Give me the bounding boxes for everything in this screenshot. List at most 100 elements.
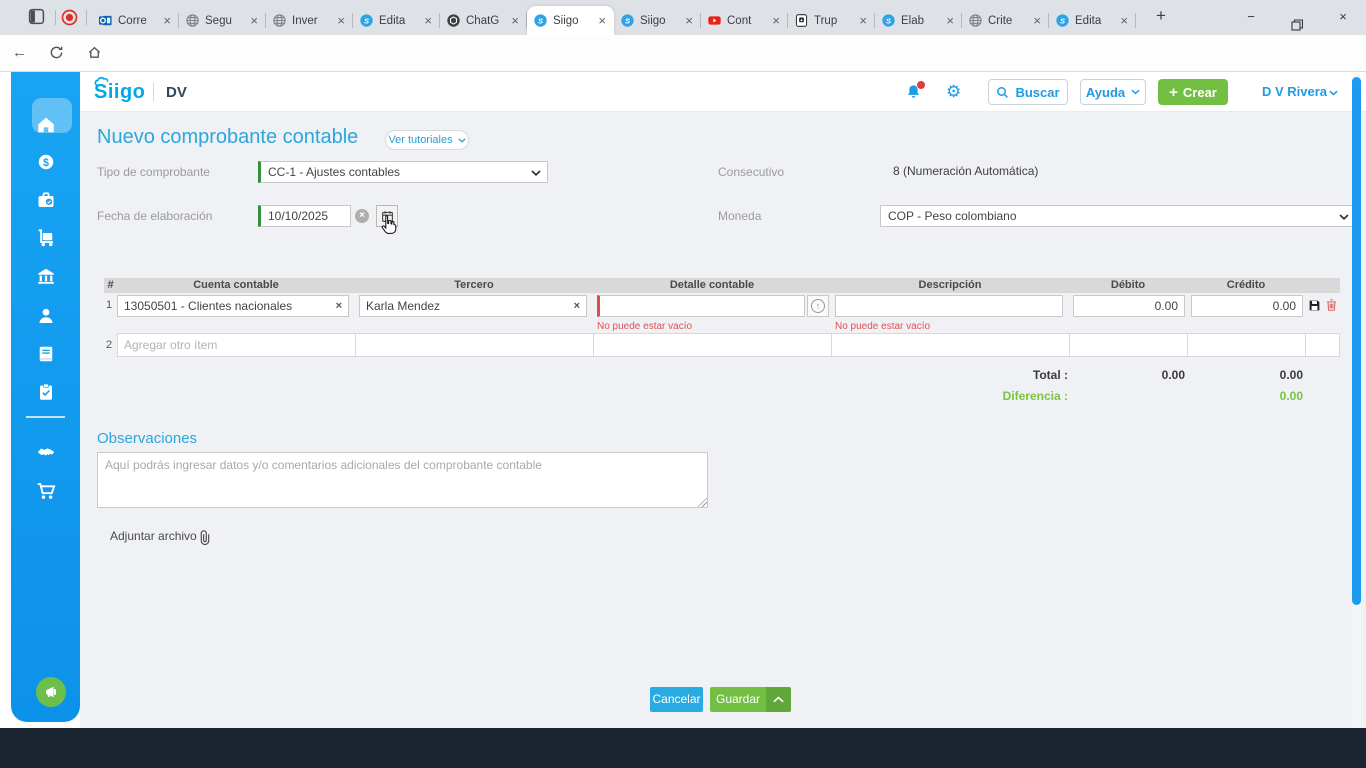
observaciones-textarea[interactable] bbox=[97, 452, 708, 508]
browser-toolbar: ← https://siigonube.siigo.com/#/journal-… bbox=[0, 35, 1366, 103]
back-icon[interactable]: ← bbox=[12, 44, 27, 62]
tab-close-icon[interactable]: × bbox=[770, 13, 782, 28]
tab-title: Elab bbox=[901, 14, 925, 27]
row1-detalle-input[interactable] bbox=[597, 295, 805, 317]
tab-elab[interactable]: S Elab × bbox=[875, 6, 962, 35]
tab-cont[interactable]: Cont × bbox=[701, 6, 788, 35]
fecha-input[interactable]: 10/10/2025 bbox=[258, 205, 351, 227]
sidebar-item-bank[interactable] bbox=[11, 266, 80, 286]
tab-edita[interactable]: S Edita × bbox=[1049, 6, 1136, 35]
company-name: DV bbox=[166, 84, 187, 101]
new-tab-button[interactable]: + bbox=[1156, 6, 1166, 26]
home-icon[interactable] bbox=[87, 45, 102, 65]
siigo-logo[interactable]: Siigo bbox=[94, 81, 145, 104]
row2-cuenta-input[interactable]: Agregar otro ítem bbox=[117, 333, 356, 357]
sidebar-item-contacts[interactable] bbox=[11, 306, 80, 326]
partners-icon bbox=[36, 442, 56, 462]
sidebar-item-inventory[interactable] bbox=[11, 228, 80, 248]
tab-close-icon[interactable]: × bbox=[857, 13, 869, 28]
siigo-favicon: S bbox=[881, 13, 896, 28]
tab-edita[interactable]: S Edita × bbox=[353, 6, 440, 35]
delete-row-icon[interactable] bbox=[1325, 298, 1338, 312]
svg-text:S: S bbox=[886, 17, 891, 26]
tab-close-icon[interactable]: × bbox=[1118, 13, 1130, 28]
row1-debito-input[interactable]: 0.00 bbox=[1073, 295, 1185, 317]
row2-detalle-input[interactable] bbox=[593, 333, 832, 357]
tab-corre[interactable]: Corre × bbox=[92, 6, 179, 35]
tab-close-icon[interactable]: × bbox=[335, 13, 347, 28]
sidebar-item-reports[interactable] bbox=[11, 344, 80, 364]
row2-debito-input[interactable] bbox=[1069, 333, 1188, 357]
tipo-comprobante-select[interactable]: CC-1 - Ajustes contables bbox=[258, 161, 548, 183]
tab-close-icon[interactable]: × bbox=[161, 13, 173, 28]
svg-text:S: S bbox=[364, 17, 369, 26]
column-header-actions bbox=[1305, 278, 1340, 293]
row1-tercero-input[interactable]: Karla Mendez × bbox=[359, 295, 587, 317]
scrollbar-thumb[interactable] bbox=[1352, 77, 1361, 605]
moneda-select[interactable]: COP - Peso colombiano bbox=[880, 205, 1356, 227]
tab-trup[interactable]: Trup × bbox=[788, 6, 875, 35]
window-minimize-button[interactable]: − bbox=[1228, 0, 1274, 34]
window-close-button[interactable]: × bbox=[1320, 0, 1366, 34]
tab-chatg[interactable]: ChatG × bbox=[440, 6, 527, 35]
window-restore-button[interactable] bbox=[1274, 0, 1320, 34]
detalle-expand-button[interactable]: ↑ bbox=[807, 295, 829, 317]
paperclip-icon[interactable] bbox=[198, 530, 211, 546]
tipo-comprobante-value: CC-1 - Ajustes contables bbox=[268, 165, 401, 179]
fecha-clear-icon[interactable]: × bbox=[355, 209, 369, 223]
create-label: Crear bbox=[1182, 84, 1217, 100]
tab-siigo[interactable]: S Siigo × bbox=[614, 6, 701, 35]
tab-actions-icon[interactable] bbox=[28, 8, 45, 25]
tab-crite[interactable]: Crite × bbox=[962, 6, 1049, 35]
settings-gear-icon[interactable]: ⚙ bbox=[946, 83, 961, 101]
recording-indicator-icon[interactable] bbox=[61, 9, 78, 26]
row2-descripcion-input[interactable] bbox=[831, 333, 1070, 357]
svg-text:S: S bbox=[1060, 17, 1065, 26]
announcements-megaphone-button[interactable] bbox=[36, 677, 66, 707]
row1-credito-input[interactable]: 0.00 bbox=[1191, 295, 1303, 317]
tab-siigo[interactable]: S Siigo × bbox=[527, 6, 614, 35]
search-button[interactable]: Buscar bbox=[988, 79, 1068, 105]
save-row-icon[interactable] bbox=[1308, 299, 1321, 312]
resize-handle[interactable] bbox=[698, 498, 707, 507]
sidebar-item-tasks[interactable] bbox=[11, 382, 80, 402]
total-label: Total : bbox=[1032, 368, 1068, 382]
row2-tercero-input[interactable] bbox=[355, 333, 594, 357]
save-options-chevron-up-button[interactable] bbox=[766, 687, 791, 712]
refresh-icon[interactable] bbox=[49, 45, 64, 65]
user-menu[interactable]: D V Rivera bbox=[1262, 84, 1327, 99]
notification-badge-dot bbox=[917, 81, 925, 89]
tab-close-icon[interactable]: × bbox=[248, 13, 260, 28]
moneda-label: Moneda bbox=[718, 209, 762, 223]
user-chevron-down-icon[interactable] bbox=[1329, 90, 1338, 96]
tab-title: Inver bbox=[292, 14, 318, 27]
sidebar-item-home[interactable] bbox=[11, 115, 80, 135]
tab-close-icon[interactable]: × bbox=[422, 13, 434, 28]
tab-inver[interactable]: Inver × bbox=[266, 6, 353, 35]
sidebar-item-briefcase[interactable] bbox=[11, 190, 80, 210]
row1-cuenta-input[interactable]: 13050501 - Clientes nacionales × bbox=[117, 295, 349, 317]
row1-cuenta-value: 13050501 - Clientes nacionales bbox=[124, 299, 293, 313]
tab-segu[interactable]: Segu × bbox=[179, 6, 266, 35]
tab-close-icon[interactable]: × bbox=[1031, 13, 1043, 28]
help-dropdown-button[interactable]: Ayuda bbox=[1080, 79, 1146, 105]
tab-close-icon[interactable]: × bbox=[944, 13, 956, 28]
create-button[interactable]: + Crear bbox=[1158, 79, 1228, 105]
diferencia-label: Diferencia : bbox=[1002, 389, 1068, 403]
consecutivo-label: Consecutivo bbox=[718, 165, 785, 179]
fecha-value: 10/10/2025 bbox=[268, 209, 329, 223]
row2-actions-cell[interactable] bbox=[1305, 333, 1340, 357]
tab-close-icon[interactable]: × bbox=[683, 13, 695, 28]
tab-close-icon[interactable]: × bbox=[509, 13, 521, 28]
cancel-button[interactable]: Cancelar bbox=[650, 687, 703, 712]
sidebar-item-money[interactable]: $ bbox=[11, 152, 80, 172]
clear-icon[interactable]: × bbox=[574, 296, 580, 316]
tutorials-dropdown-button[interactable]: Ver tutoriales bbox=[385, 130, 469, 150]
sidebar-item-partners[interactable] bbox=[11, 442, 80, 462]
sidebar-item-purchases[interactable] bbox=[11, 481, 80, 501]
save-button[interactable]: Guardar bbox=[710, 687, 766, 712]
row1-descripcion-input[interactable] bbox=[835, 295, 1063, 317]
row2-credito-input[interactable] bbox=[1187, 333, 1306, 357]
clear-icon[interactable]: × bbox=[336, 296, 342, 316]
tab-close-icon[interactable]: × bbox=[596, 13, 608, 28]
